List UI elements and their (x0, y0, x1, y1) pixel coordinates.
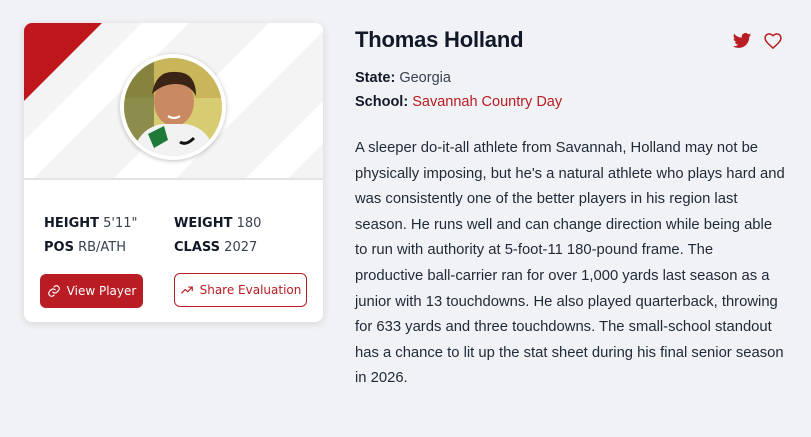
state-label: State: (355, 70, 396, 86)
player-bio: A sleeper do-it-all athlete from Savanna… (355, 140, 785, 387)
player-card: HEIGHT 5'11" WEIGHT 180 POS RB/ATH CLASS… (24, 23, 323, 322)
view-player-button[interactable]: View Player (40, 274, 143, 308)
avatar (120, 54, 226, 160)
pos-value: RB/ATH (78, 240, 127, 255)
school-row: School: Savannah Country Day (355, 94, 562, 110)
player-name: Thomas Holland (355, 27, 524, 52)
weight-label: WEIGHT (174, 216, 233, 231)
state-value: Georgia (399, 70, 451, 86)
stat-weight: WEIGHT 180 (174, 212, 261, 236)
stat-height: HEIGHT 5'11" (44, 212, 138, 236)
weight-value: 180 (236, 216, 262, 231)
twitter-icon[interactable] (732, 31, 752, 51)
trending-arrow-icon (180, 286, 193, 294)
state-row: State: Georgia (355, 70, 451, 86)
school-link[interactable]: Savannah Country Day (412, 94, 562, 110)
height-label: HEIGHT (44, 216, 100, 231)
stat-class: CLASS 2027 (174, 236, 257, 260)
class-label: CLASS (174, 240, 221, 255)
height-value: 5'11" (103, 216, 138, 231)
school-label: School: (355, 94, 409, 110)
card-header-banner (24, 23, 323, 180)
share-evaluation-label: Share Evaluation (199, 283, 302, 297)
view-player-label: View Player (66, 284, 137, 298)
heart-icon[interactable] (763, 31, 783, 51)
link-icon (47, 285, 60, 297)
pos-label: POS (44, 240, 74, 255)
class-value: 2027 (224, 240, 258, 255)
stat-position: POS RB/ATH (44, 236, 126, 260)
share-evaluation-button[interactable]: Share Evaluation (174, 273, 307, 307)
player-photo (124, 58, 222, 156)
